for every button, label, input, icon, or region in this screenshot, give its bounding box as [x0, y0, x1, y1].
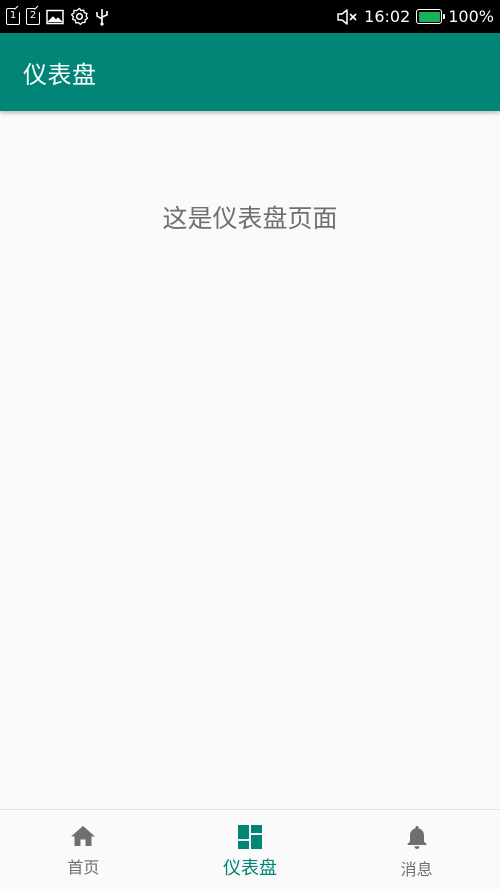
page-title: 仪表盘 [23, 60, 97, 89]
mute-icon [336, 8, 358, 26]
sim2-icon: 2 [26, 8, 40, 25]
usb-icon [95, 7, 109, 26]
nav-label-dashboard: 仪表盘 [223, 858, 277, 879]
battery-icon [416, 9, 446, 24]
home-icon [69, 824, 97, 848]
status-bar: 1 2 16:02 100% [0, 0, 500, 33]
content-area: 这是仪表盘页面 [0, 111, 500, 809]
status-right: 16:02 100% [336, 7, 494, 26]
nav-item-dashboard[interactable]: 仪表盘 [167, 810, 334, 889]
image-icon [46, 9, 64, 25]
nav-label-home: 首页 [67, 858, 100, 877]
app-bar: 仪表盘 [0, 33, 500, 111]
bottom-navigation: 首页 仪表盘 消息 [0, 809, 500, 889]
dashboard-icon [237, 824, 263, 850]
nav-item-home[interactable]: 首页 [0, 810, 167, 889]
status-left: 1 2 [6, 7, 109, 26]
content-message: 这是仪表盘页面 [162, 204, 338, 233]
settings-icon [70, 7, 89, 26]
sim1-icon: 1 [6, 8, 20, 25]
nav-label-messages: 消息 [400, 860, 433, 879]
status-time: 16:02 [364, 7, 411, 26]
screen: 1 2 16:02 100% 仪表盘 这是仪表盘页面 首页 仪表盘 消息 [0, 0, 500, 889]
battery-percent: 100% [448, 7, 494, 26]
bell-icon [405, 824, 429, 850]
nav-item-messages[interactable]: 消息 [333, 810, 500, 889]
battery-fill [418, 11, 440, 22]
